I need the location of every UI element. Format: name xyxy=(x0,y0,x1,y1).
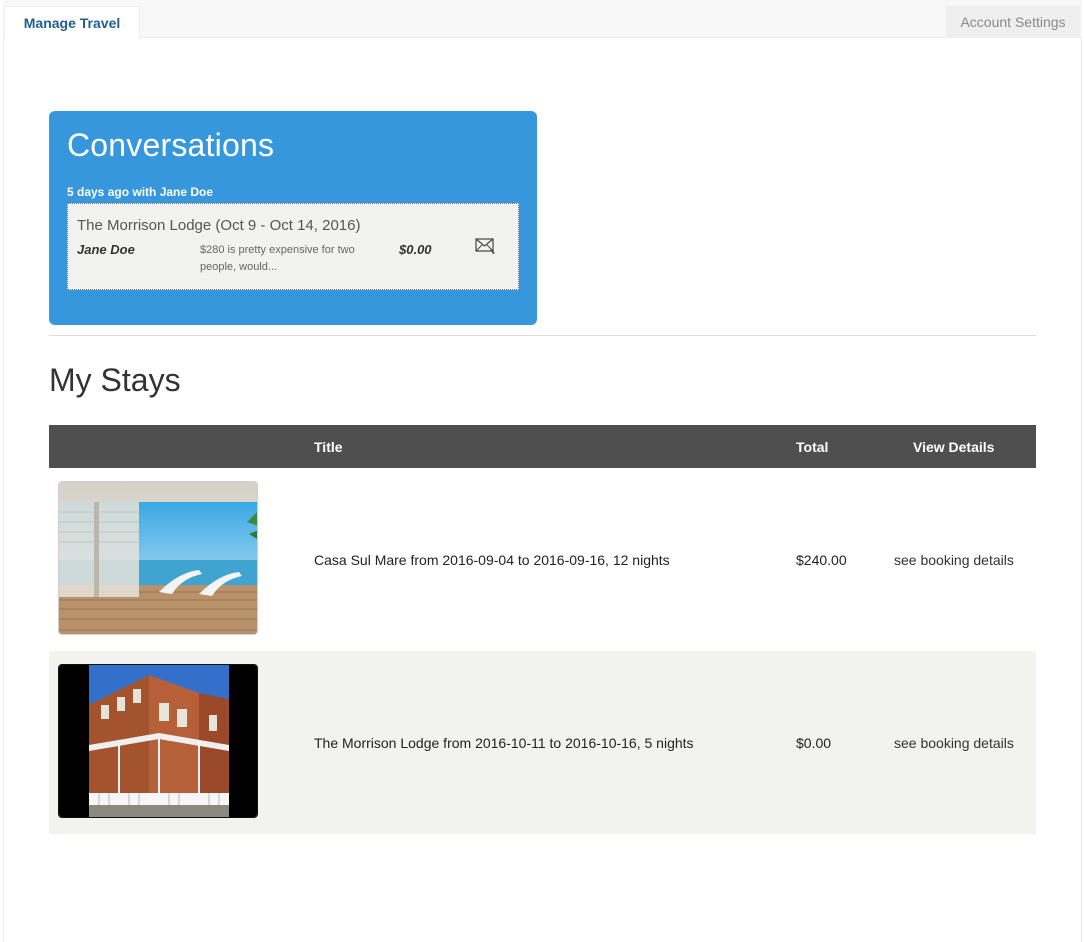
tab-manage-travel[interactable]: Manage Travel xyxy=(4,6,140,39)
conversation-amount: $0.00 xyxy=(399,242,432,257)
conversations-title: Conversations xyxy=(67,127,275,163)
stays-table-header: Title Total View Details xyxy=(49,425,1036,468)
column-view-details: View Details xyxy=(913,439,995,455)
stay-thumbnail[interactable] xyxy=(58,481,258,635)
my-stays-title: My Stays xyxy=(49,362,181,398)
conversations-panel: Conversations 5 days ago with Jane Doe T… xyxy=(49,111,537,325)
table-row: The Morrison Lodge from 2016-10-11 to 20… xyxy=(49,651,1036,834)
stay-title: The Morrison Lodge from 2016-10-11 to 20… xyxy=(314,735,694,751)
see-booking-details-link[interactable]: see booking details xyxy=(894,552,1014,568)
tab-account-settings[interactable]: Account Settings xyxy=(946,6,1080,38)
stay-total: $240.00 xyxy=(796,552,847,568)
tab-bar xyxy=(3,0,1082,38)
stay-title: Casa Sul Mare from 2016-09-04 to 2016-09… xyxy=(314,552,670,568)
conversation-sender: Jane Doe xyxy=(77,242,135,257)
column-total: Total xyxy=(796,439,829,455)
stay-thumbnail[interactable] xyxy=(58,664,258,818)
envelope-icon[interactable] xyxy=(475,237,497,255)
see-booking-details-link[interactable]: see booking details xyxy=(894,735,1014,751)
stay-total: $0.00 xyxy=(796,735,832,751)
conversation-meta: 5 days ago with Jane Doe xyxy=(67,185,214,199)
column-title: Title xyxy=(314,439,343,455)
conversation-card[interactable]: The Morrison Lodge (Oct 9 - Oct 14, 2016… xyxy=(67,203,519,290)
section-divider xyxy=(49,335,1036,336)
conversation-message-preview: $280 is pretty expensive for two people,… xyxy=(200,244,355,273)
conversation-card-title: The Morrison Lodge (Oct 9 - Oct 14, 2016… xyxy=(77,217,361,234)
table-row: Casa Sul Mare from 2016-09-04 to 2016-09… xyxy=(49,468,1036,651)
